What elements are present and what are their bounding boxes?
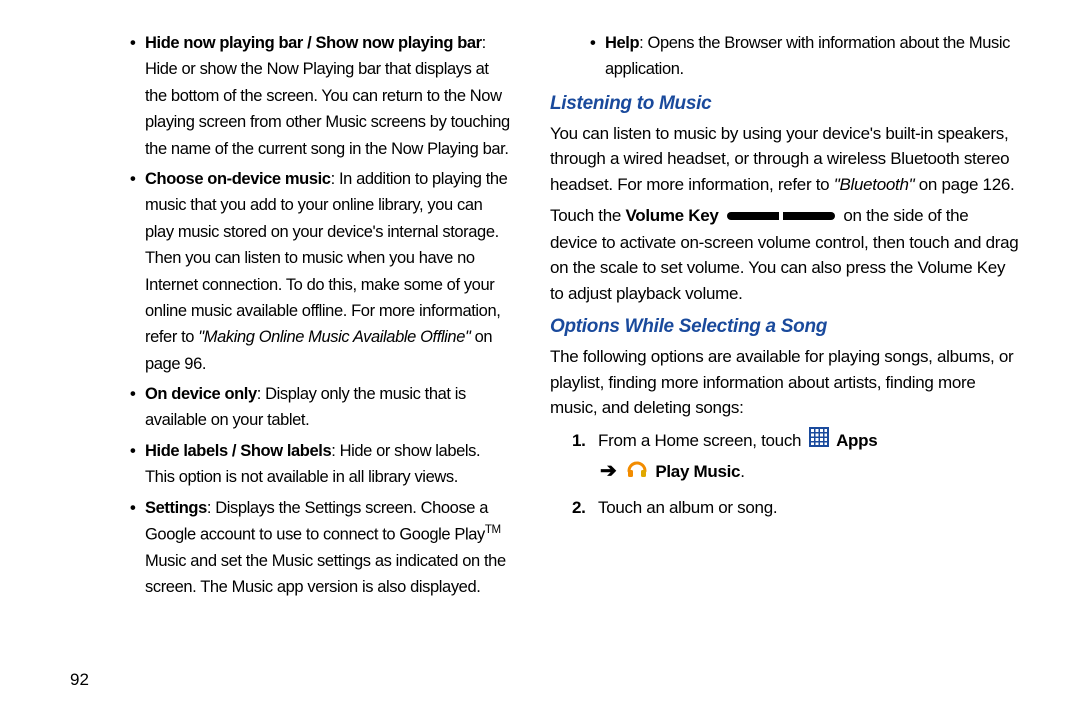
bullet-help: Help: Opens the Browser with information…	[590, 30, 1020, 83]
page-number: 92	[70, 670, 89, 690]
heading-listening-to-music: Listening to Music	[550, 93, 1020, 115]
bullet-hide-labels: Hide labels / Show labels: Hide or show …	[130, 438, 510, 491]
step-2: Touch an album or song.	[572, 494, 1020, 521]
bullet-text: : Opens the Browser with information abo…	[605, 34, 1010, 78]
play-music-icon	[626, 458, 648, 488]
bullet-text: Music and set the Music settings as indi…	[145, 552, 506, 596]
bullet-hide-now-playing: Hide now playing bar / Show now playing …	[130, 30, 510, 162]
para-options: The following options are available for …	[550, 344, 1020, 421]
apps-grid-icon	[809, 427, 829, 455]
heading-options-while-selecting: Options While Selecting a Song	[550, 316, 1020, 338]
bullet-settings: Settings: Displays the Settings screen. …	[130, 495, 510, 601]
para-text: Touch the	[550, 206, 625, 225]
bullet-on-device-only: On device only: Display only the music t…	[130, 381, 510, 434]
para-bold: Volume Key	[625, 206, 718, 225]
tm-mark: TM	[485, 524, 501, 536]
step-end: .	[740, 462, 744, 481]
cross-ref-bluetooth: "Bluetooth"	[834, 175, 919, 194]
bullet-bold: Choose on-device music	[145, 170, 331, 188]
para-volume: Touch the Volume Key on the side of the …	[550, 203, 1020, 306]
bullet-italic-ref: "Making Online Music Available Offline"	[198, 328, 470, 346]
bullet-bold: Hide now playing bar / Show now playing …	[145, 34, 482, 52]
para-listening: You can listen to music by using your de…	[550, 121, 1020, 198]
step-1: From a Home screen, touch Apps ➔	[572, 427, 1020, 488]
bullet-choose-on-device: Choose on-device music: In addition to p…	[130, 166, 510, 377]
bullet-text: : Hide or show the Now Playing bar that …	[145, 34, 510, 158]
bullet-text: : In addition to playing the music that …	[145, 170, 507, 346]
bullet-bold: Help	[605, 34, 639, 52]
volume-key-icon	[727, 204, 835, 230]
apps-label: Apps	[836, 431, 877, 450]
para-text: on page 126.	[919, 175, 1015, 194]
bullet-bold: On device only	[145, 385, 257, 403]
step-text: From a Home screen, touch	[598, 431, 806, 450]
step-text: Touch an album or song.	[598, 498, 777, 517]
bullet-bold: Settings	[145, 499, 207, 517]
play-music-label: Play Music	[655, 462, 740, 481]
arrow-icon: ➔	[600, 460, 616, 482]
bullet-bold: Hide labels / Show labels	[145, 442, 331, 460]
